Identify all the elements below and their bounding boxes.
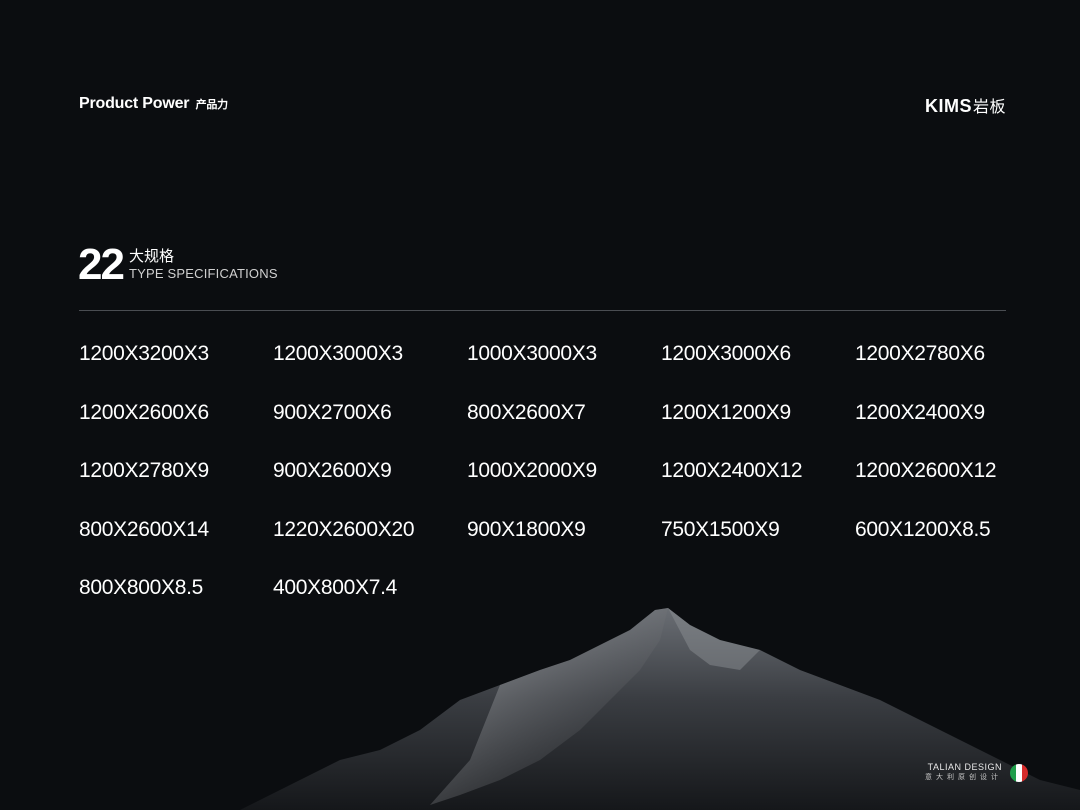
- page: Product Power 产品力 KIMS岩板 22 大规格 TYPE SPE…: [0, 0, 1080, 810]
- spec-item: 1200X3000X6: [661, 342, 791, 365]
- spec-item: 750X1500X9: [661, 517, 780, 541]
- spec-item: 1200X2600X6: [79, 400, 209, 424]
- flag-stripe: [1022, 763, 1028, 782]
- footer-logo-en: TALIAN DESIGN: [927, 762, 1002, 772]
- brand-name: KIMS: [924, 96, 972, 116]
- section-labels: 大规格 TYPE SPECIFICATIONS: [129, 248, 278, 282]
- divider: [79, 310, 1006, 311]
- spec-item: 900X2700X6: [273, 400, 392, 424]
- spec-item: 800X2600X7: [467, 400, 586, 424]
- spec-item: 1220X2600X20: [273, 517, 415, 541]
- section-title: 22 大规格 TYPE SPECIFICATIONS: [78, 240, 278, 289]
- spec-item: 1200X2400X9: [855, 400, 985, 424]
- spec-item: 1200X2780X9: [79, 459, 209, 482]
- spec-item: 1200X3200X3: [79, 342, 209, 365]
- header-title: Product Power: [79, 95, 190, 112]
- italy-flag-icon: [1010, 763, 1028, 782]
- spec-item: 1200X2400X12: [661, 459, 803, 482]
- footer-logo: TALIAN DESIGN 意大利原创设计: [925, 762, 1028, 783]
- spec-grid: 1200X3200X3 1200X3000X3 1000X3000X3 1200X30…: [79, 336, 1015, 629]
- section-number: 22: [78, 240, 125, 289]
- footer-logo-text: TALIAN DESIGN 意大利原创设计: [925, 762, 1002, 783]
- section-title-en: TYPE SPECIFICATIONS: [128, 266, 278, 281]
- spec-item: 1200X1200X9: [661, 400, 791, 424]
- spec-item: 800X2600X14: [79, 517, 209, 541]
- page-header-title: Product Power 产品力: [79, 95, 228, 113]
- brand-name-cn: 岩板: [972, 99, 1006, 116]
- section-title-cn: 大规格: [128, 248, 174, 265]
- spec-item: 900X1800X9: [467, 517, 586, 541]
- mountain-image: [240, 608, 1080, 810]
- brand-logo: KIMS岩板: [925, 93, 1006, 117]
- spec-item: 1000X2000X9: [467, 459, 597, 482]
- spec-item: 1200X2780X6: [855, 342, 985, 365]
- spec-item: 1000X3000X3: [467, 342, 597, 365]
- footer-logo-cn: 意大利原创设计: [925, 774, 1002, 781]
- spec-item: 900X2600X9: [273, 459, 392, 482]
- spec-item: 600X1200X8.5: [855, 517, 991, 541]
- spec-item: 1200X3000X3: [273, 342, 403, 365]
- spec-item: 1200X2600X12: [855, 459, 997, 482]
- header-subtitle: 产品力: [195, 99, 229, 111]
